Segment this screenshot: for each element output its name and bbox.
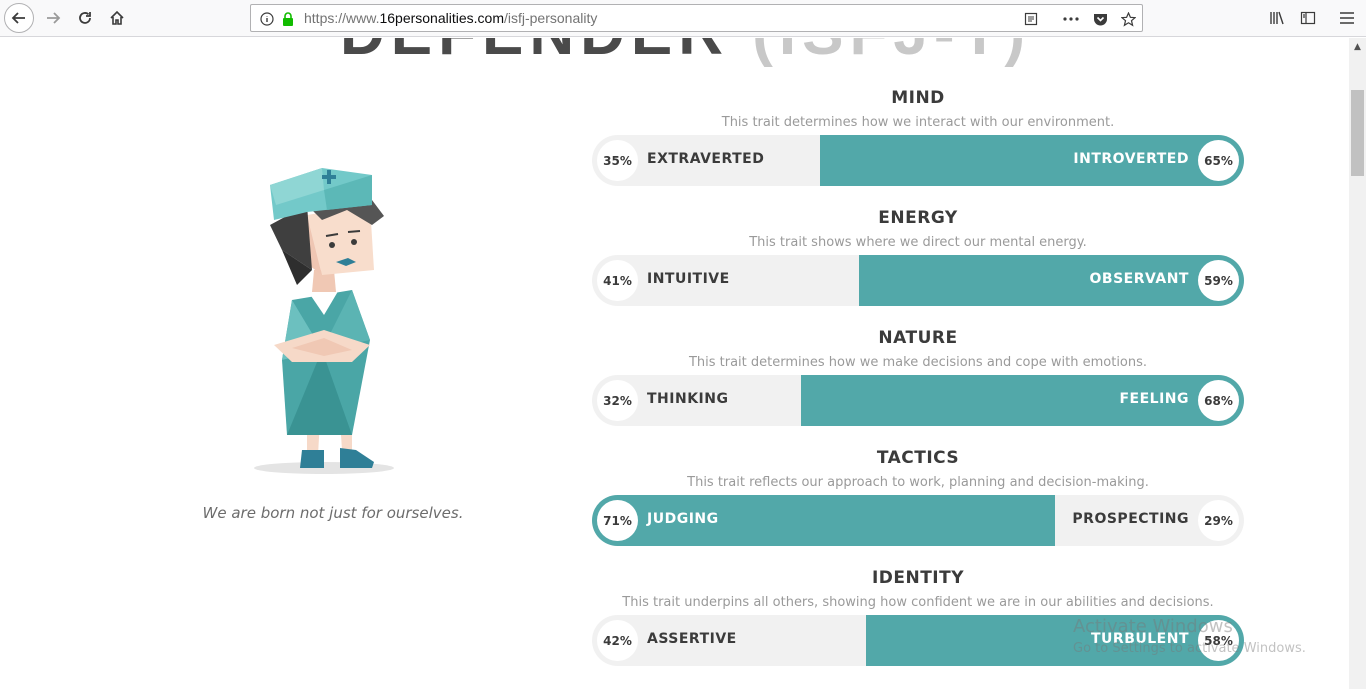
page-content: DEFENDER (ISFJ-T) bbox=[0, 38, 1349, 689]
right-percentage: 29% bbox=[1198, 500, 1239, 541]
trait-title: IDENTITY bbox=[871, 568, 965, 588]
left-trait-label: JUDGING bbox=[647, 511, 719, 527]
menu-icon[interactable] bbox=[1332, 3, 1362, 33]
right-trait-label: INTROVERTED bbox=[1073, 151, 1189, 167]
reader-view-icon[interactable] bbox=[1021, 9, 1041, 29]
more-icon[interactable] bbox=[1061, 9, 1081, 29]
scroll-up-icon[interactable]: ▲ bbox=[1351, 42, 1364, 55]
heading-code: (ISFJ-T) bbox=[752, 38, 1031, 68]
forward-icon[interactable] bbox=[38, 3, 68, 33]
trait-energy: ENERGY This trait shows where we direct o… bbox=[592, 208, 1244, 306]
reload-icon[interactable] bbox=[70, 3, 100, 33]
sidebar-icon[interactable] bbox=[1293, 3, 1323, 33]
info-icon[interactable] bbox=[257, 9, 277, 29]
trait-bar[interactable]: 35% EXTRAVERTED INTROVERTED 65% bbox=[592, 135, 1244, 186]
watermark-line1: Activate Windows bbox=[1073, 616, 1233, 637]
trait-bar[interactable]: 41% INTUITIVE OBSERVANT 59% bbox=[592, 255, 1244, 306]
left-percentage: 35% bbox=[597, 140, 638, 181]
right-trait-label: OBSERVANT bbox=[1089, 271, 1189, 287]
left-percentage: 71% bbox=[597, 500, 638, 541]
trait-title: TACTICS bbox=[876, 448, 960, 468]
pocket-icon[interactable] bbox=[1090, 9, 1110, 29]
watermark-line2: Go to Settings to activate Windows. bbox=[1073, 641, 1306, 656]
personality-quote: We are born not just for ourselves. bbox=[202, 504, 464, 522]
url-prefix: https://www. bbox=[304, 10, 380, 26]
home-icon[interactable] bbox=[102, 3, 132, 33]
trait-description: This trait determines how we interact wi… bbox=[721, 115, 1115, 130]
scrollbar-thumb[interactable] bbox=[1351, 90, 1364, 176]
right-trait-label: PROSPECTING bbox=[1072, 511, 1189, 527]
back-icon[interactable] bbox=[4, 3, 34, 33]
url-domain: 16personalities.com bbox=[379, 10, 504, 26]
left-trait-label: ASSERTIVE bbox=[647, 631, 737, 647]
left-trait-label: THINKING bbox=[647, 391, 729, 407]
trait-title: NATURE bbox=[878, 328, 958, 348]
bookmark-star-icon[interactable] bbox=[1118, 9, 1138, 29]
trait-bar[interactable]: 71% JUDGING PROSPECTING 29% bbox=[592, 495, 1244, 546]
right-percentage: 68% bbox=[1198, 380, 1239, 421]
trait-title: ENERGY bbox=[878, 208, 958, 228]
right-trait-label: FEELING bbox=[1119, 391, 1189, 407]
trait-bar[interactable]: 32% THINKING FEELING 68% bbox=[592, 375, 1244, 426]
trait-description: This trait reflects our approach to work… bbox=[687, 475, 1149, 490]
left-trait-label: INTUITIVE bbox=[647, 271, 730, 287]
trait-nature: NATURE This trait determines how we make … bbox=[592, 328, 1244, 426]
left-percentage: 41% bbox=[597, 260, 638, 301]
right-percentage: 65% bbox=[1198, 140, 1239, 181]
trait-description: This trait determines how we make decisi… bbox=[688, 355, 1148, 370]
left-percentage: 32% bbox=[597, 380, 638, 421]
left-percentage: 42% bbox=[597, 620, 638, 661]
url-path: /isfj-personality bbox=[503, 10, 598, 26]
trait-title: MIND bbox=[891, 88, 945, 108]
trait-description: This trait shows where we direct our men… bbox=[749, 235, 1087, 250]
library-icon[interactable] bbox=[1262, 3, 1292, 33]
url-text: https://www.16personalities.com/isfj-per… bbox=[304, 10, 597, 26]
trait-description: This trait underpins all others, showing… bbox=[622, 595, 1214, 610]
left-trait-label: EXTRAVERTED bbox=[647, 151, 765, 167]
trait-tactics: TACTICS This trait reflects our approach … bbox=[592, 448, 1244, 546]
trait-mind: MIND This trait determines how we interac… bbox=[592, 88, 1244, 186]
personality-heading: DEFENDER (ISFJ-T) bbox=[340, 38, 1031, 69]
right-percentage: 59% bbox=[1198, 260, 1239, 301]
browser-toolbar: https://www.16personalities.com/isfj-per… bbox=[0, 0, 1366, 37]
heading-title: DEFENDER bbox=[340, 38, 729, 68]
defender-illustration bbox=[254, 168, 394, 474]
lock-icon bbox=[278, 9, 298, 29]
activate-windows-watermark: Activate Windows Go to Settings to activ… bbox=[1073, 616, 1306, 656]
url-bar[interactable]: https://www.16personalities.com/isfj-per… bbox=[250, 4, 1143, 32]
